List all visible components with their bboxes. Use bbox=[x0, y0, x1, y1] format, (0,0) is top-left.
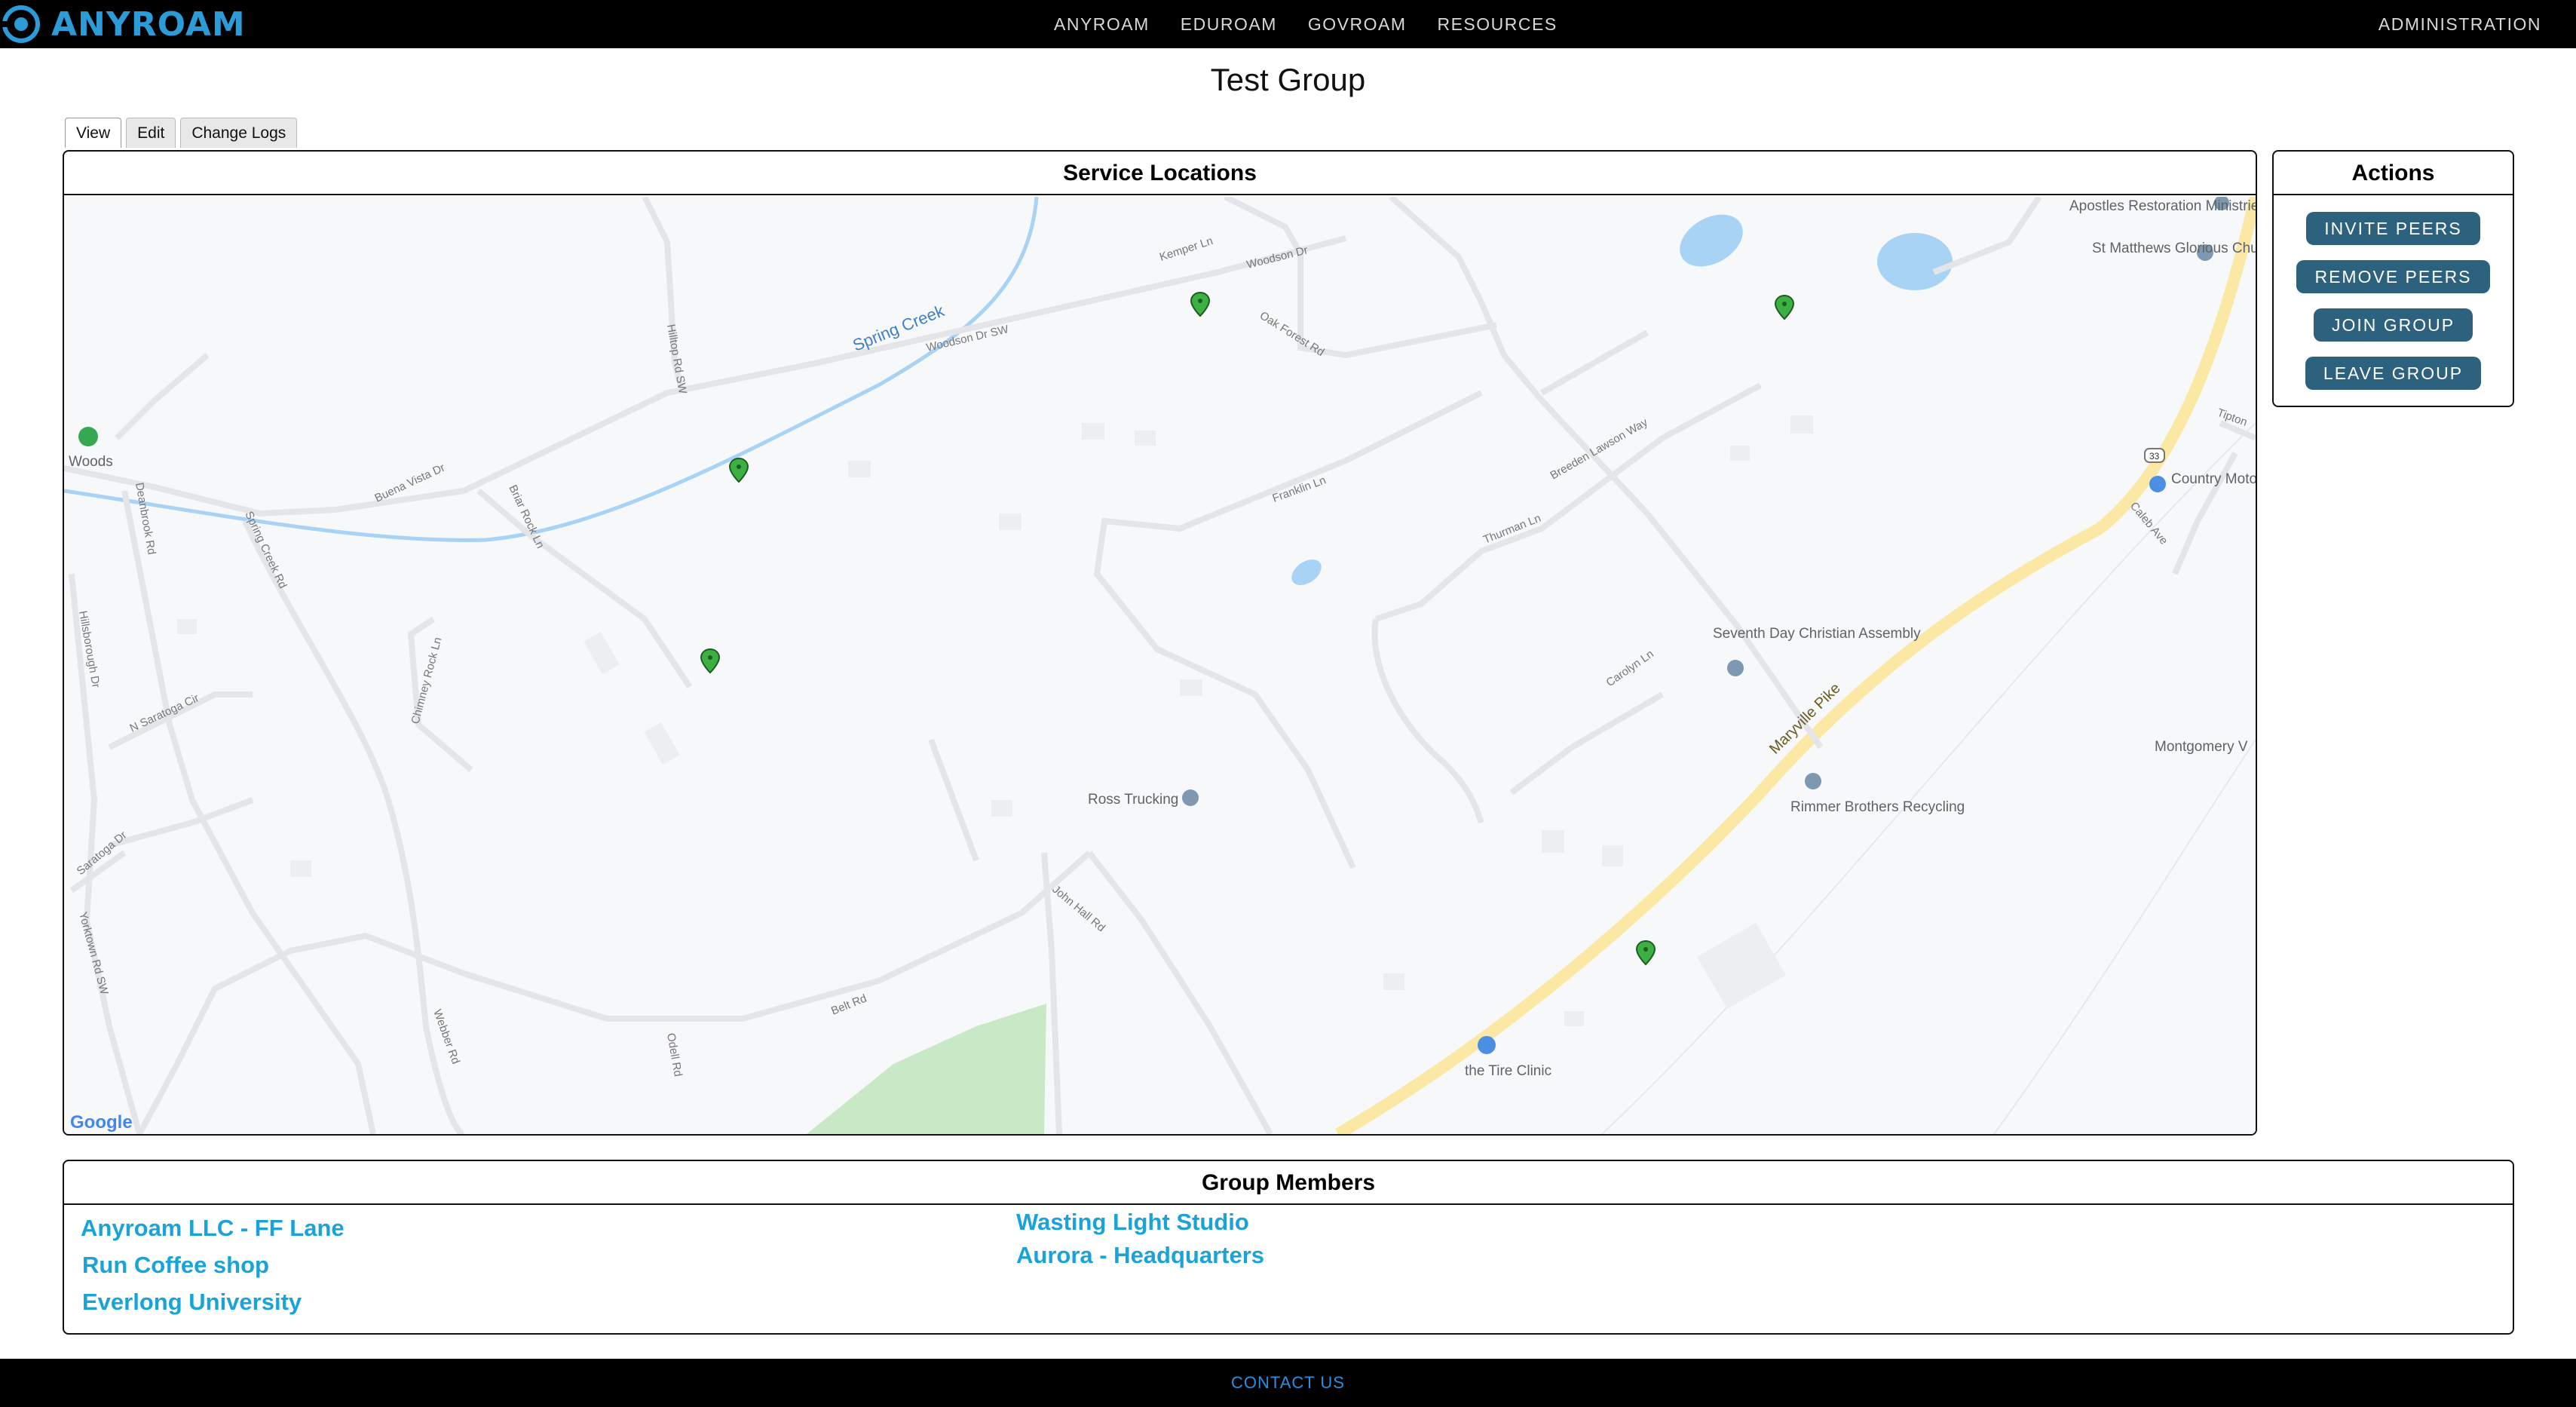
map-marker-1[interactable] bbox=[1190, 291, 1211, 317]
poi-apostles-restoration-ministries[interactable]: Apostles Restoration Ministries bbox=[2069, 197, 2256, 214]
tab-edit[interactable]: Edit bbox=[126, 118, 176, 148]
street-label: Yorktown Rd SW bbox=[76, 911, 111, 997]
service-locations-map[interactable]: Woodson Dr Woodson Dr SW Kemper Ln Oak F… bbox=[64, 197, 2256, 1134]
poi-label: the Tire Clinic bbox=[1465, 1063, 1551, 1079]
service-locations-title: Service Locations bbox=[64, 152, 2256, 195]
poi-montgomery: Montgomery V bbox=[2155, 739, 2248, 755]
poi-country-motor-auto-sales[interactable]: Country Motor Auto Sales bbox=[2149, 471, 2256, 492]
leave-group-button[interactable]: LEAVE GROUP bbox=[2305, 357, 2482, 390]
main-nav: ANYROAM EDUROAM GOVROAM RESOURCES bbox=[1054, 0, 1588, 48]
tab-bar: View Edit Change Logs bbox=[65, 118, 302, 148]
footer: CONTACT US bbox=[0, 1359, 2576, 1407]
member-link[interactable]: Anyroam LLC - FF Lane bbox=[81, 1215, 345, 1242]
nav-administration[interactable]: ADMINISTRATION bbox=[2378, 0, 2541, 48]
map-marker-3[interactable] bbox=[728, 457, 749, 483]
poi-label: Ross Trucking bbox=[1088, 792, 1178, 808]
street-label: John Hall Rd bbox=[1049, 883, 1107, 934]
remove-peers-button[interactable]: REMOVE PEERS bbox=[2296, 260, 2490, 293]
street-label: Odell Rd bbox=[664, 1032, 685, 1077]
brand-name: ANYROAM bbox=[51, 5, 246, 44]
map-marker-2[interactable] bbox=[1774, 294, 1795, 320]
poi-label: Apostles Restoration Ministries bbox=[2069, 198, 2256, 214]
poi-st-matthews-glorious-church[interactable]: St Matthews Glorious Church bbox=[2092, 241, 2256, 261]
member-link[interactable]: Run Coffee shop bbox=[82, 1252, 269, 1279]
map-canvas[interactable]: Woodson Dr Woodson Dr SW Kemper Ln Oak F… bbox=[64, 197, 2256, 1134]
poi-label: Seventh Day Christian Assembly bbox=[1713, 626, 1921, 642]
google-attribution: Google bbox=[70, 1112, 133, 1133]
nav-resources[interactable]: RESOURCES bbox=[1437, 14, 1557, 35]
tab-view[interactable]: View bbox=[65, 118, 122, 148]
nav-anyroam[interactable]: ANYROAM bbox=[1054, 14, 1150, 35]
nav-govroam[interactable]: GOVROAM bbox=[1308, 14, 1407, 35]
actions-list: INVITE PEERS REMOVE PEERS JOIN GROUP LEA… bbox=[2274, 195, 2513, 397]
member-link[interactable]: Aurora - Headquarters bbox=[1016, 1242, 1264, 1269]
group-members-list: Anyroam LLC - FF Lane Run Coffee shop Ev… bbox=[64, 1205, 2513, 1333]
brand-logo[interactable]: ANYROAM bbox=[0, 5, 246, 44]
poi-label: St Matthews Glorious Church bbox=[2092, 241, 2256, 256]
logo-roam-icon bbox=[0, 5, 40, 43]
poi-label: Rimmer Brothers Recycling bbox=[1790, 799, 1965, 815]
page-title: Test Group bbox=[1210, 62, 1366, 97]
join-group-button[interactable]: JOIN GROUP bbox=[2313, 308, 2473, 342]
actions-panel: Actions INVITE PEERS REMOVE PEERS JOIN G… bbox=[2272, 150, 2514, 407]
poi-label: Woods bbox=[69, 454, 113, 470]
member-link[interactable]: Everlong University bbox=[82, 1289, 302, 1316]
svg-text:33: 33 bbox=[2149, 451, 2160, 461]
nav-eduroam[interactable]: EDUROAM bbox=[1181, 14, 1277, 35]
street-label: Oak Forest Rd bbox=[1257, 309, 1327, 359]
poi-ross-trucking[interactable]: Ross Trucking bbox=[1088, 789, 1199, 808]
actions-title: Actions bbox=[2274, 152, 2513, 195]
route-marker-33: 33 bbox=[2144, 448, 2165, 463]
map-marker-4[interactable] bbox=[700, 648, 721, 674]
group-members-title: Group Members bbox=[64, 1161, 2513, 1205]
tab-change-logs[interactable]: Change Logs bbox=[180, 118, 298, 148]
service-locations-panel: Service Locations Woodson Dr Woodson Dr … bbox=[63, 150, 2257, 1136]
invite-peers-button[interactable]: INVITE PEERS bbox=[2306, 212, 2480, 245]
poi-label: Country Motor Auto Sales bbox=[2171, 471, 2256, 487]
street-label: Carolyn Ln bbox=[1604, 648, 1656, 690]
street-label: Hilltop Rd SW bbox=[664, 323, 689, 396]
map-marker-5[interactable] bbox=[1635, 940, 1656, 966]
group-members-panel: Group Members Anyroam LLC - FF Lane Run … bbox=[63, 1160, 2514, 1335]
member-link[interactable]: Wasting Light Studio bbox=[1016, 1209, 1249, 1236]
street-label: Caleb Ave bbox=[2127, 500, 2170, 547]
street-label: Kemper Ln bbox=[1158, 234, 1214, 264]
top-navbar: ANYROAM ANYROAM EDUROAM GOVROAM RESOURCE… bbox=[0, 0, 2576, 48]
contact-us-link[interactable]: CONTACT US bbox=[1231, 1373, 1345, 1393]
poi-woods[interactable]: Woods bbox=[69, 427, 113, 470]
poi-rimmer-brothers-recycling[interactable]: Rimmer Brothers Recycling bbox=[1790, 773, 1965, 815]
